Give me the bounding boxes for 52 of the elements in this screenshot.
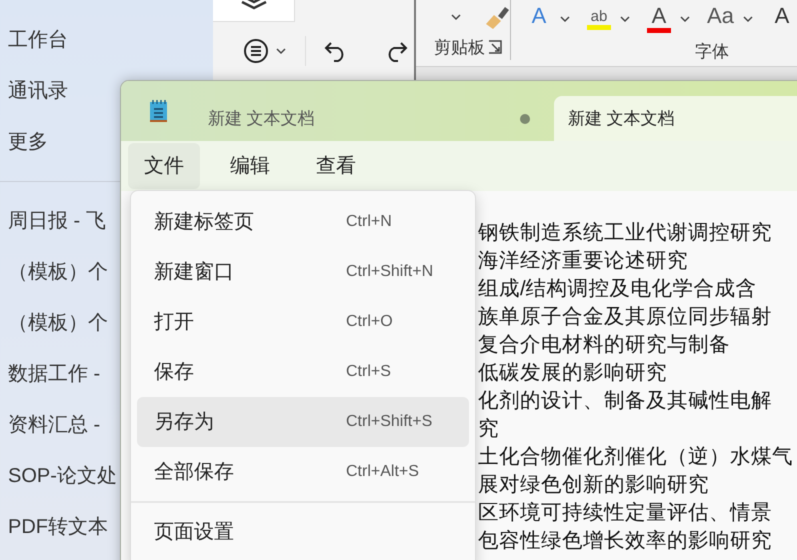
sidebar-item[interactable]: 工作台 (0, 15, 68, 66)
text-line: 化剂的设计、制备及其碱性电解 (478, 388, 773, 414)
document-item[interactable]: （模板）个 (0, 298, 108, 349)
highlight-button[interactable]: ab (587, 8, 611, 30)
dialog-launcher-icon[interactable] (488, 40, 502, 54)
menu-item[interactable]: 新建窗口 Ctrl+Shift+N (137, 247, 469, 297)
text-line: 包容性绿色增长效率的影响研究 (478, 528, 773, 554)
group-label: 剪贴板 (434, 36, 485, 58)
text-effects-button[interactable]: A (527, 5, 551, 33)
menu-item[interactable]: 保存 Ctrl+S (137, 347, 469, 397)
text-line: 组成/结构调控及电化学合成含 (478, 276, 758, 302)
text-line: 低碳发展的影响研究 (478, 360, 668, 386)
unsaved-dot-icon (520, 114, 530, 124)
menu-item[interactable]: 编辑 (214, 143, 286, 189)
menu-item[interactable]: 打开 Ctrl+O (137, 297, 469, 347)
caret-icon[interactable] (619, 14, 631, 24)
notepad-icon (149, 99, 169, 123)
sidebar-item[interactable]: 通讯录 (0, 66, 68, 117)
group-label: 字体 (695, 41, 729, 64)
text-line: 海洋经济重要论述研究 (478, 248, 689, 274)
text-line: 族单原子合金及其原位同步辐射 (478, 304, 773, 330)
tab[interactable]: 新建 文本文档 (554, 96, 797, 141)
menu-item[interactable]: 页面设置 (137, 507, 469, 557)
change-case-button[interactable]: Aa (707, 5, 734, 33)
text-line: 钢铁制造系统工业代谢调控研究 (478, 220, 773, 246)
caret-icon[interactable] (559, 14, 571, 24)
caret-icon[interactable] (275, 46, 287, 56)
list-icon[interactable] (243, 38, 269, 64)
caret-icon[interactable] (679, 14, 691, 24)
menu-item[interactable]: 查看 (300, 143, 372, 189)
tab[interactable]: 新建 文本文档 (196, 96, 554, 141)
menu-item[interactable]: 新建标签页 Ctrl+N (137, 197, 469, 247)
font-color-button[interactable]: A (647, 5, 671, 33)
document-item[interactable]: （模板）个 (0, 247, 108, 298)
document-item[interactable]: 资料汇总 - (0, 400, 100, 451)
format-painter-icon[interactable] (484, 4, 510, 30)
document-item[interactable]: SOP-论文处 (0, 451, 117, 502)
menu-item[interactable]: 文件 (128, 143, 200, 189)
menu-item[interactable]: 另存为 Ctrl+Shift+S (137, 397, 469, 447)
text-line: 土化合物催化剂催化（逆）水煤气 (478, 444, 794, 470)
text-line: 展对绿色创新的影响研究 (478, 472, 710, 498)
text-line: 区环境可持续性定量评估、情景 (478, 500, 773, 526)
document-item[interactable]: 数据工作 - (0, 349, 100, 400)
menu-item[interactable]: 全部保存 Ctrl+Alt+S (137, 447, 469, 497)
grow-font-button[interactable]: A (770, 5, 794, 33)
document-item[interactable]: PDF转文本 (0, 502, 108, 553)
sidebar-item[interactable]: 更多 (0, 117, 48, 168)
caret-icon[interactable] (742, 14, 754, 24)
text-line: 复合介电材料的研究与制备 (478, 332, 731, 358)
text-line: 究 (478, 416, 500, 442)
caret-icon[interactable] (450, 12, 462, 22)
document-item[interactable]: 周日报 - 飞 (0, 196, 106, 247)
